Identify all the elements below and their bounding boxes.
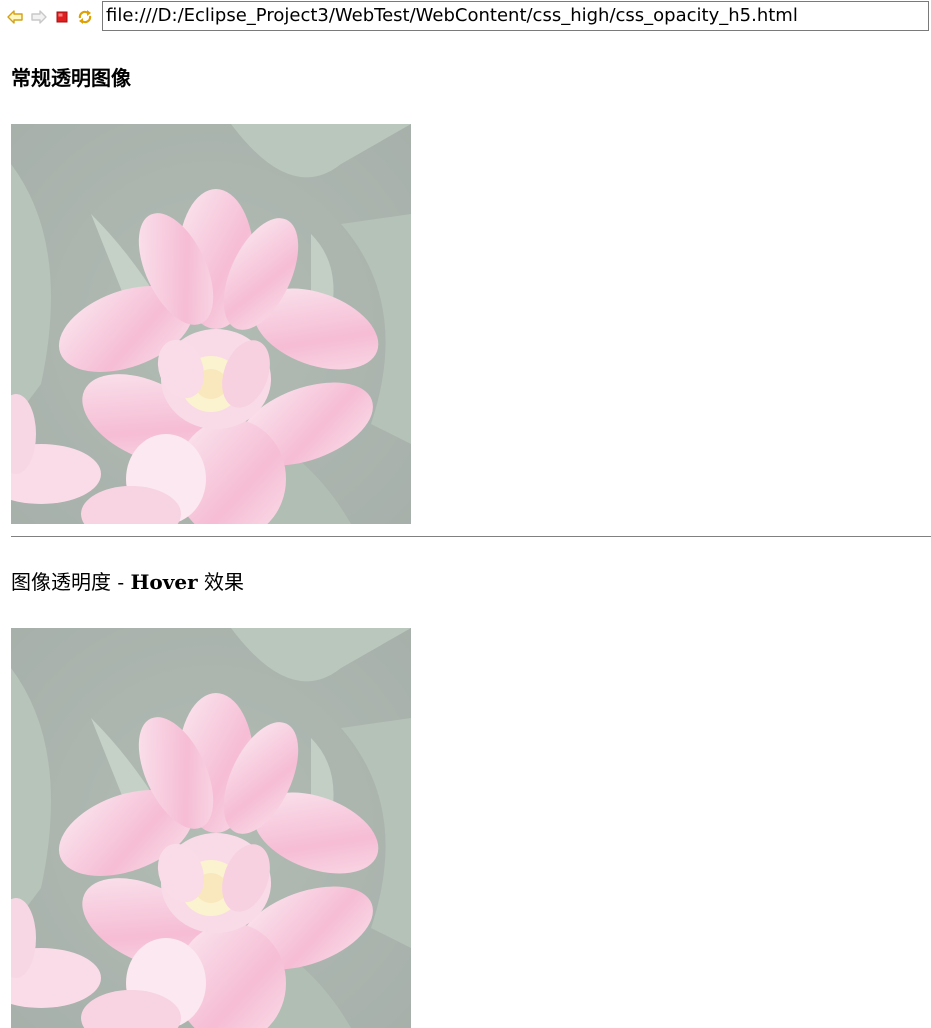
flower-photo: [11, 124, 411, 524]
back-button[interactable]: [6, 8, 24, 26]
divider: [11, 536, 931, 537]
flower-photo: [11, 628, 411, 1028]
flower-image-regular: [11, 124, 411, 524]
refresh-icon: [78, 10, 92, 24]
stop-icon: [56, 11, 68, 23]
back-arrow-icon: [7, 10, 23, 24]
heading-hover-effect: 图像透明度 - Hover 效果: [11, 570, 244, 594]
forward-arrow-icon: [31, 10, 47, 24]
heading-hover-part3: 效果: [197, 570, 244, 594]
url-input[interactable]: file:///D:/Eclipse_Project3/WebTest/WebC…: [102, 1, 929, 31]
refresh-button[interactable]: [76, 8, 94, 26]
forward-button[interactable]: [30, 8, 48, 26]
flower-image-hover[interactable]: [11, 628, 411, 1028]
heading-hover-part1: 图像透明度 -: [11, 570, 131, 594]
heading-hover-part2: Hover: [130, 570, 198, 594]
stop-button[interactable]: [53, 8, 71, 26]
heading-regular-transparency: 常规透明图像: [11, 66, 131, 90]
browser-toolbar: file:///D:/Eclipse_Project3/WebTest/WebC…: [0, 0, 931, 34]
